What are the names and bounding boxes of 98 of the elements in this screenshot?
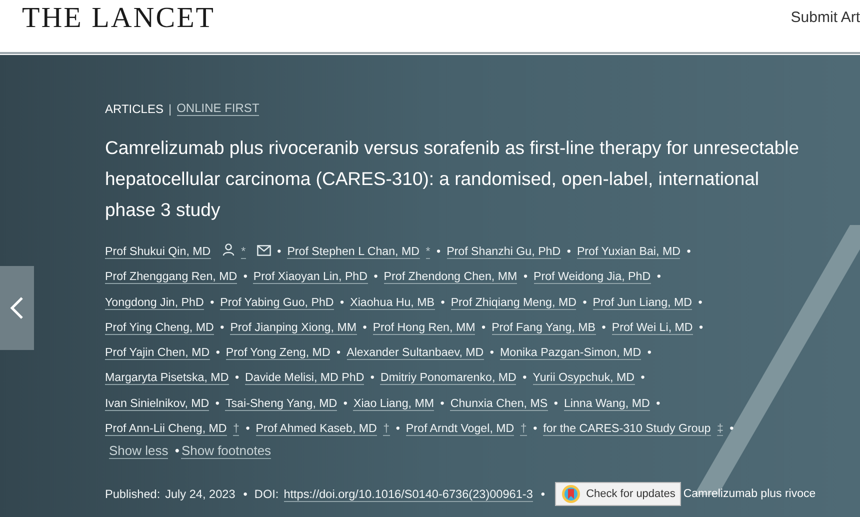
bullet: •: [336, 346, 341, 360]
bullet: •: [540, 487, 546, 502]
author-link[interactable]: Ivan Sinielnikov, MD: [105, 396, 210, 411]
author-link[interactable]: Prof Jun Liang, MD: [592, 296, 692, 310]
bullet: •: [522, 371, 527, 384]
published-label: Published:: [105, 487, 160, 502]
bullet: •: [277, 245, 282, 258]
doi-label: DOI:: [254, 487, 279, 502]
footnote-mark[interactable]: †: [520, 422, 527, 436]
sticky-article-title: Camrelizumab plus rivoce: [683, 488, 816, 500]
update-badge-icon: [561, 484, 582, 504]
author-link[interactable]: Prof Arndt Vogel, MD: [406, 422, 514, 436]
bullet: •: [220, 320, 224, 334]
bullet: •: [174, 443, 180, 458]
bullet: •: [215, 396, 220, 410]
online-first-link[interactable]: ONLINE FIRST: [176, 101, 260, 116]
person-icon[interactable]: [222, 243, 235, 256]
author-link[interactable]: Yurii Osypchuk, MD: [532, 371, 635, 386]
toggle-link[interactable]: Show footnotes: [181, 443, 272, 460]
author-link[interactable]: Xiao Liang, MM: [353, 396, 434, 411]
author-link[interactable]: Prof Zhiqiang Meng, MD: [450, 296, 576, 310]
author-link[interactable]: Prof Yajin Chen, MD: [105, 346, 210, 360]
bullet: •: [343, 396, 348, 410]
author-link[interactable]: Alexander Sultanbaev, MD: [346, 346, 484, 360]
bullet: •: [234, 371, 239, 384]
bullet: •: [698, 296, 702, 309]
author-link[interactable]: Prof Weidong Jia, PhD: [534, 270, 651, 284]
bullet: •: [370, 371, 374, 384]
author-link[interactable]: Yongdong Jin, PhD: [105, 296, 204, 310]
bullet: •: [243, 487, 248, 502]
author-link[interactable]: Prof Hong Ren, MM: [372, 320, 476, 335]
bullet: •: [374, 270, 378, 284]
bullet: •: [686, 245, 691, 258]
author-link[interactable]: Prof Ying Cheng, MD: [105, 320, 214, 335]
bullet: •: [523, 270, 528, 284]
author-link[interactable]: Davide Melisi, MD PhD: [245, 371, 364, 386]
author-link[interactable]: Prof Zhenggang Ren, MD: [105, 270, 238, 284]
author-link[interactable]: Prof Shukui Qin, MD: [105, 245, 211, 259]
bullet: •: [566, 245, 571, 258]
author-link[interactable]: Dmitriy Ponomarenko, MD: [380, 371, 516, 386]
breadcrumb-separator: |: [168, 102, 172, 116]
footnote-mark[interactable]: ‡: [716, 422, 724, 436]
submit-link[interactable]: Submit Art: [790, 9, 860, 26]
bullet: •: [554, 396, 558, 410]
chevron-left-icon: [10, 296, 24, 320]
bullet: •: [440, 396, 444, 410]
author-link[interactable]: Prof Jianping Xiong, MM: [230, 320, 357, 335]
author-link[interactable]: Tsai-Sheng Yang, MD: [225, 396, 338, 411]
footnote-mark[interactable]: †: [233, 422, 240, 436]
author-link[interactable]: Prof Shanzhi Gu, PhD: [446, 245, 561, 259]
check-updates-button[interactable]: Check for updates: [555, 482, 682, 506]
author-link[interactable]: Prof Fang Yang, MB: [492, 320, 596, 335]
bullet: •: [246, 422, 250, 436]
toggle-link[interactable]: Show less: [109, 443, 168, 460]
author-link[interactable]: Prof Zhendong Chen, MM: [384, 270, 518, 284]
bullet: •: [210, 296, 214, 309]
author-link[interactable]: Margaryta Pisetska, MD: [105, 371, 229, 386]
author-link[interactable]: Prof Yuxian Bai, MD: [576, 245, 680, 259]
bullet: •: [640, 371, 645, 384]
author-link[interactable]: Linna Wang, MD: [564, 396, 650, 411]
bullet: •: [602, 320, 606, 334]
author-link[interactable]: Prof Stephen L Chan, MD: [287, 245, 420, 259]
footnote-mark[interactable]: †: [383, 422, 390, 436]
bullet: •: [440, 296, 445, 309]
previous-button[interactable]: [0, 266, 34, 350]
author-link[interactable]: Prof Xiaoyan Lin, PhD: [253, 270, 368, 284]
author-link[interactable]: Prof Ahmed Kaseb, MD: [256, 422, 377, 436]
bullet: •: [490, 346, 494, 360]
published-date: July 24, 2023: [165, 487, 236, 502]
bullet: •: [656, 270, 661, 284]
author-link[interactable]: Prof Yabing Guo, PhD: [220, 296, 334, 310]
footnote-mark[interactable]: *: [426, 245, 430, 259]
author-link[interactable]: Prof Wei Li, MD: [612, 320, 693, 335]
bullet: •: [216, 346, 220, 360]
bullet: •: [396, 422, 400, 436]
article-title: Camrelizumab plus rivoceranib versus sorafenib as first-line therapy for unresectable hepatocellular carcinoma (CARES-310): a randomised, open-label, international phase 3 study: [105, 136, 800, 222]
bullet: •: [362, 320, 367, 334]
bullet: •: [482, 320, 486, 334]
bullet: •: [656, 396, 660, 410]
bullet: •: [647, 346, 652, 360]
author-link[interactable]: Chunxia Chen, MS: [450, 396, 548, 411]
journal-logo[interactable]: THE LANCET: [22, 2, 215, 35]
doi-link[interactable]: https://doi.org/10.1016/S0140-6736(23)00961-3: [284, 486, 533, 502]
bullet: •: [533, 422, 538, 436]
bullet: •: [699, 320, 704, 334]
author-link[interactable]: Prof Ann-Lii Cheng, MD: [105, 422, 227, 436]
author-link[interactable]: Prof Yong Zeng, MD: [226, 346, 330, 360]
bullet: •: [582, 296, 587, 309]
bullet: •: [243, 270, 248, 284]
bullet: •: [340, 296, 344, 309]
author-link[interactable]: for the CARES-310 Study Group: [543, 422, 711, 436]
section-label: ARTICLES: [105, 102, 164, 116]
footnote-mark[interactable]: *: [241, 245, 246, 259]
author-link[interactable]: Xiaohua Hu, MB: [350, 296, 435, 310]
bullet: •: [436, 245, 441, 258]
envelope-icon[interactable]: [256, 245, 271, 256]
author-link[interactable]: Monika Pazgan-Simon, MD: [500, 346, 642, 360]
bullet: •: [730, 422, 734, 436]
